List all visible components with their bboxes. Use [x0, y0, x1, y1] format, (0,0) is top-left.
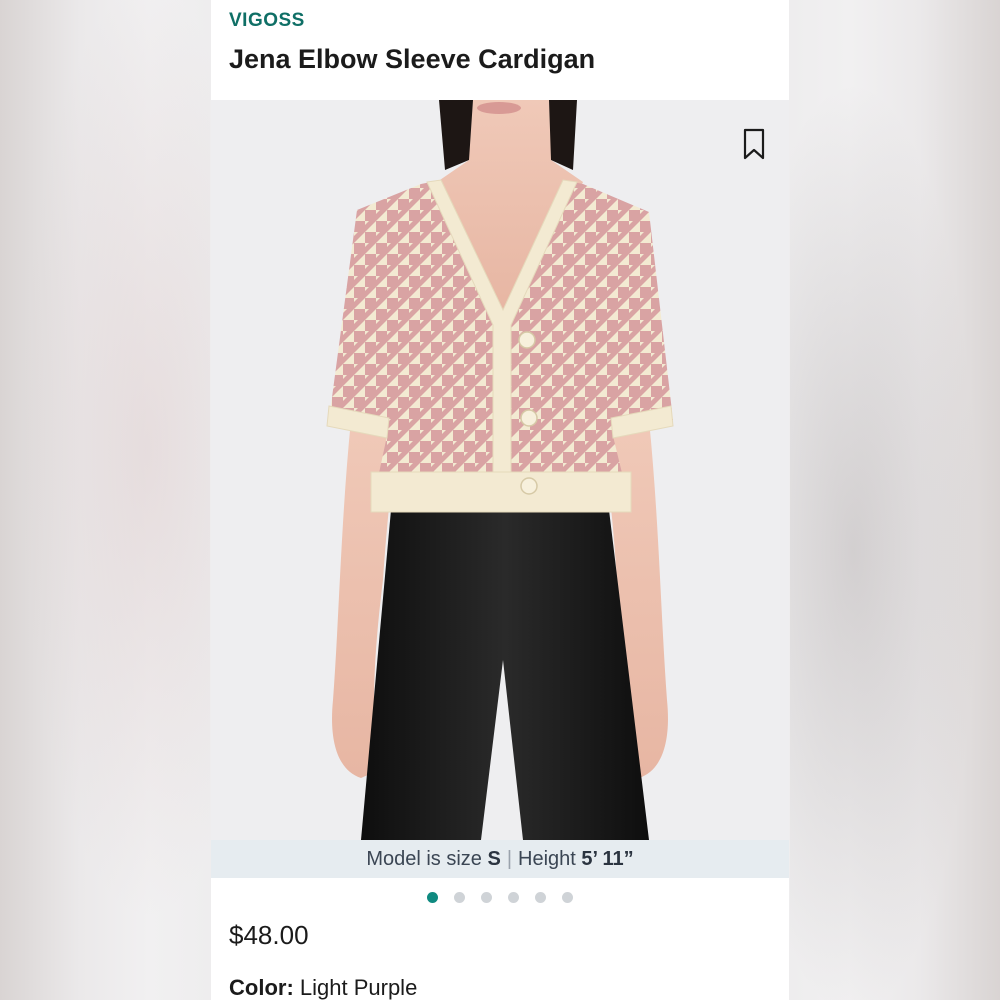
color-value: Light Purple [299, 975, 418, 1000]
model-size-prefix: Model is size [366, 848, 488, 870]
bookmark-icon[interactable] [743, 128, 765, 160]
color-selection: Color: Light Purple [229, 975, 417, 1000]
color-label: Color: [229, 975, 294, 1000]
carousel-dot[interactable] [454, 892, 465, 903]
model-size-info: Model is size S | Height 5’ 11” [211, 840, 789, 878]
model-height-prefix: Height [518, 848, 582, 870]
background-blur-right [790, 0, 1000, 1000]
model-size-value: S [487, 848, 501, 870]
carousel-dot[interactable] [481, 892, 492, 903]
carousel-dot[interactable] [562, 892, 573, 903]
background-blur-left [0, 0, 210, 1000]
product-title: Jena Elbow Sleeve Cardigan [229, 44, 596, 74]
product-image[interactable] [211, 100, 789, 840]
carousel-dots [211, 892, 789, 903]
brand-name[interactable]: VIGOSS [229, 10, 305, 32]
carousel-dot[interactable] [508, 892, 519, 903]
separator: | [506, 848, 513, 870]
model-height-value: 5’ 11” [581, 848, 634, 870]
model-photo [326, 100, 674, 840]
product-price: $48.00 [229, 920, 309, 950]
product-page: VIGOSS Jena Elbow Sleeve Cardigan Model … [211, 0, 789, 1000]
carousel-dot[interactable] [427, 892, 438, 903]
carousel-dot[interactable] [535, 892, 546, 903]
